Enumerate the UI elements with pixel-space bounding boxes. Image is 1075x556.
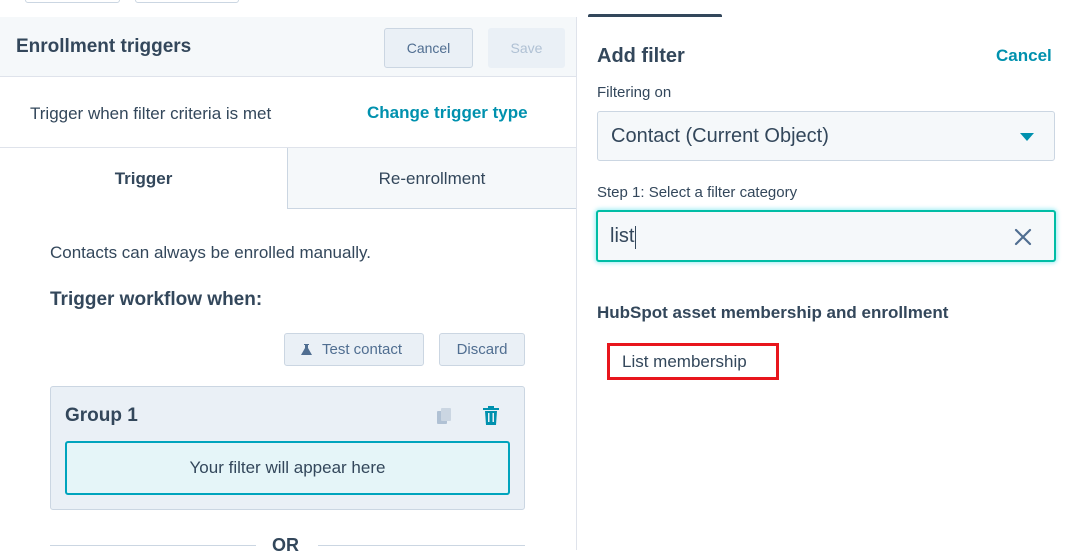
chevron-down-icon (1020, 133, 1034, 141)
or-label: OR (272, 535, 299, 555)
enrollment-triggers-panel: Enrollment triggers Cancel Save Trigger … (0, 17, 576, 555)
filter-placeholder[interactable]: Your filter will appear here (65, 441, 510, 495)
flask-icon (301, 344, 312, 355)
close-icon[interactable] (1014, 228, 1032, 246)
group-title: Group 1 (65, 405, 138, 426)
tab-re-enrollment[interactable]: Re-enrollment (288, 148, 576, 209)
divider (318, 545, 525, 546)
tab-trigger[interactable]: Trigger (0, 148, 288, 209)
text-cursor (635, 226, 636, 249)
copy-icon[interactable] (437, 408, 453, 425)
top-toolbar-button-stub[interactable] (135, 0, 239, 3)
results-section-title: HubSpot asset membership and enrollment (597, 303, 949, 322)
filtering-on-label: Filtering on (597, 84, 672, 101)
object-select-value: Contact (Current Object) (611, 125, 829, 147)
filter-category-search (596, 210, 1056, 262)
list-membership-option[interactable]: List membership (607, 343, 779, 380)
manual-enrollment-note: Contacts can always be enrolled manually… (50, 243, 371, 262)
test-contact-button[interactable]: Test contact (284, 333, 424, 366)
trigger-type-row: Trigger when filter criteria is met Chan… (0, 77, 576, 148)
trigger-workflow-heading: Trigger workflow when: (50, 289, 263, 310)
add-filter-title: Add filter (597, 45, 685, 67)
discard-button[interactable]: Discard (439, 333, 525, 366)
panel-header: Enrollment triggers Cancel Save (0, 17, 576, 77)
cancel-button[interactable]: Cancel (384, 28, 473, 68)
top-toolbar-button-stub[interactable] (25, 0, 120, 3)
search-input[interactable] (610, 223, 990, 249)
step-label: Step 1: Select a filter category (597, 184, 798, 201)
trash-icon[interactable] (483, 406, 499, 425)
test-contact-label: Test contact (322, 341, 403, 358)
object-select[interactable]: Contact (Current Object) (597, 111, 1055, 161)
save-button[interactable]: Save (488, 28, 565, 68)
add-filter-panel: Add filter Cancel Filtering on Contact (… (576, 17, 1075, 550)
panel-title: Enrollment triggers (16, 36, 192, 57)
change-trigger-type-link[interactable]: Change trigger type (367, 103, 528, 123)
divider (50, 545, 256, 546)
add-filter-cancel-link[interactable]: Cancel (996, 46, 1052, 66)
trigger-type-text: Trigger when filter criteria is met (30, 104, 272, 123)
filter-group: Group 1 Your filter will appear here (50, 386, 525, 510)
